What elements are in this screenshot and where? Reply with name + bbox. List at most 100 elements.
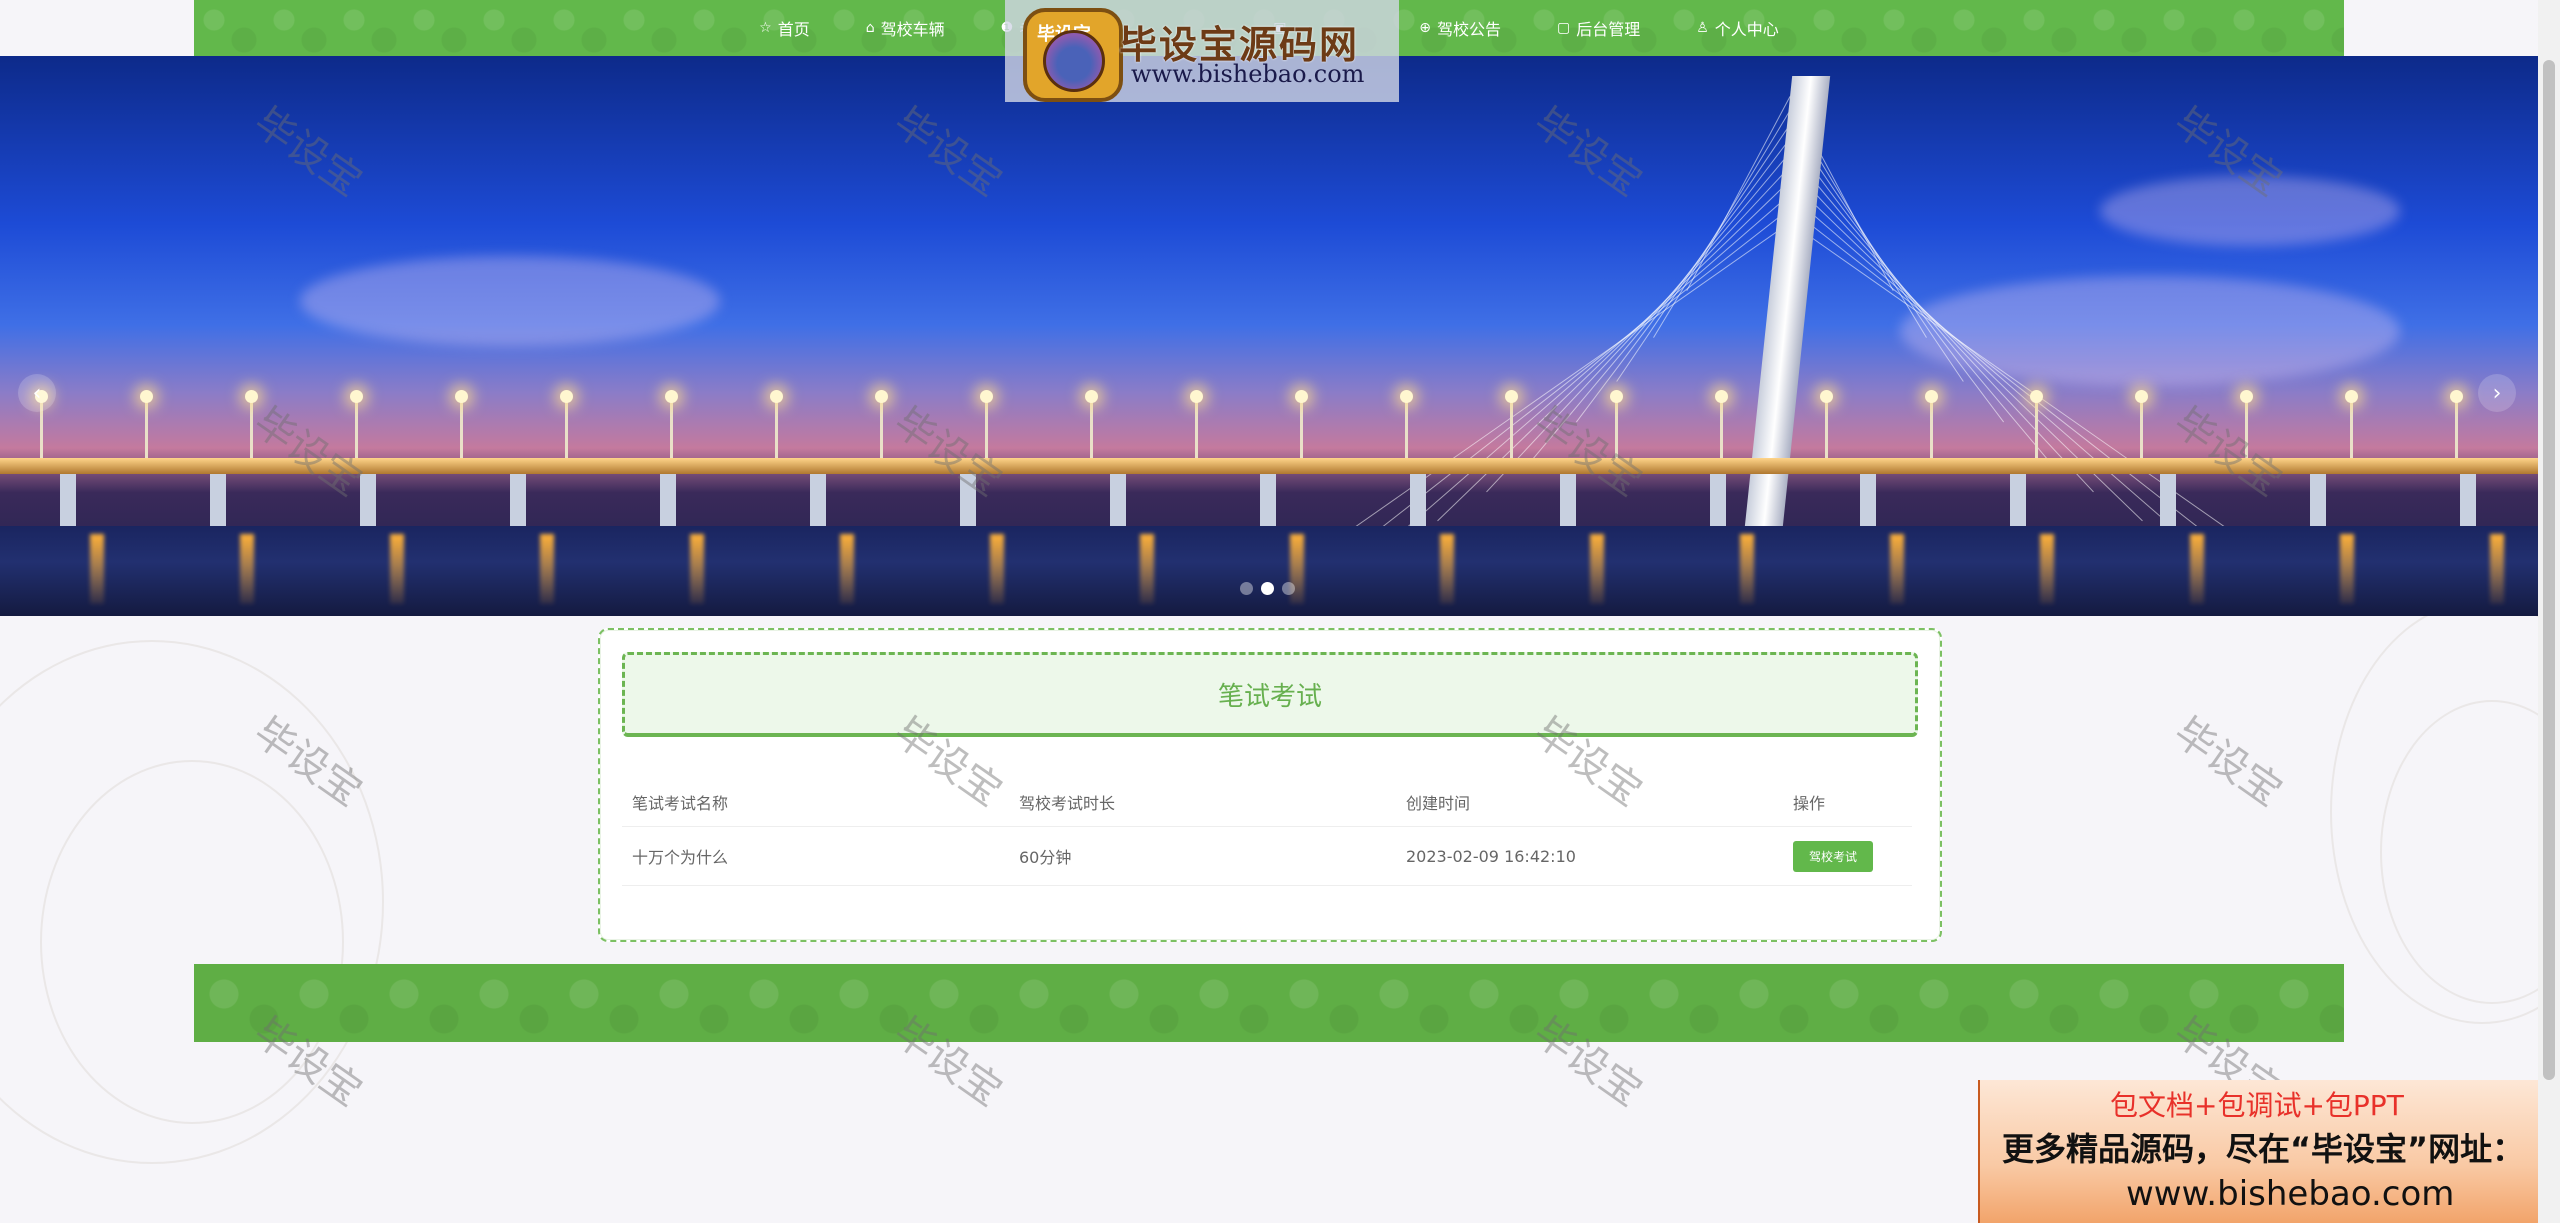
table-row: 十万个为什么 60分钟 2023-02-09 16:42:10 驾校考试 bbox=[622, 826, 1912, 886]
street-lamp bbox=[875, 390, 888, 460]
light-reflection bbox=[1440, 534, 1454, 604]
bridge-pier bbox=[360, 474, 376, 532]
table-header-row: 笔试考试名称 驾校考试时长 创建时间 操作 bbox=[622, 778, 1912, 827]
bridge-pier bbox=[1110, 474, 1126, 532]
street-lamp bbox=[2450, 390, 2463, 460]
street-lamp bbox=[1400, 390, 1413, 460]
light-reflection bbox=[1890, 534, 1904, 604]
bridge-pier bbox=[1410, 474, 1426, 532]
street-lamp bbox=[2030, 390, 2043, 460]
column-header: 驾校考试时长 bbox=[1009, 778, 1396, 827]
bridge-pier bbox=[2010, 474, 2026, 532]
light-reflection bbox=[240, 534, 254, 604]
banner-water bbox=[0, 526, 2538, 616]
street-lamp bbox=[140, 390, 153, 460]
nav-item-vehicles[interactable]: ⌂ 驾校车辆 bbox=[838, 0, 973, 56]
street-lamp bbox=[1190, 390, 1203, 460]
exam-name-cell: 十万个为什么 bbox=[622, 826, 1009, 886]
exam-created-cell: 2023-02-09 16:42:10 bbox=[1396, 826, 1783, 886]
street-lamp bbox=[1715, 390, 1728, 460]
banner-cloud bbox=[1900, 276, 2400, 386]
logo-face bbox=[1043, 30, 1105, 92]
light-reflection bbox=[1140, 534, 1154, 604]
briefcase-icon: ▢ bbox=[1556, 20, 1571, 36]
bridge-pier bbox=[1710, 474, 1726, 532]
exam-duration-cell: 60分钟 bbox=[1009, 826, 1396, 886]
exam-card-header: 笔试考试 bbox=[622, 652, 1918, 737]
exam-table: 笔试考试名称 驾校考试时长 创建时间 操作 十万个为什么 60分钟 2023-0… bbox=[622, 778, 1912, 886]
nav-item-label: 驾校公告 bbox=[1436, 20, 1501, 39]
carousel-dot-active[interactable] bbox=[1261, 582, 1274, 595]
watermark-text: 毕设宝 bbox=[2165, 709, 2291, 816]
light-reflection bbox=[1740, 534, 1754, 604]
nav-item-admin[interactable]: ▢ 后台管理 bbox=[1529, 0, 1668, 56]
light-reflection bbox=[690, 534, 704, 604]
banner-cloud bbox=[300, 256, 720, 346]
banner-carousel: ‹ › bbox=[0, 56, 2538, 616]
street-lamp bbox=[770, 390, 783, 460]
nav-item-label: 后台管理 bbox=[1576, 20, 1641, 39]
page-scrollbar[interactable] bbox=[2538, 0, 2560, 1223]
light-reflection bbox=[2190, 534, 2204, 604]
carousel-prev-button[interactable]: ‹ bbox=[18, 374, 56, 412]
street-lamp bbox=[1505, 390, 1518, 460]
bridge-deck bbox=[0, 458, 2538, 474]
bridge-pier bbox=[210, 474, 226, 532]
street-lamp bbox=[2135, 390, 2148, 460]
carousel-next-button[interactable]: › bbox=[2478, 374, 2516, 412]
street-lamp bbox=[560, 390, 573, 460]
footer-band bbox=[194, 964, 2344, 1042]
street-lamp bbox=[1820, 390, 1833, 460]
bridge-pier bbox=[510, 474, 526, 532]
bridge-cable bbox=[1385, 194, 1791, 546]
light-reflection bbox=[990, 534, 1004, 604]
bridge-pier bbox=[660, 474, 676, 532]
light-reflection bbox=[2040, 534, 2054, 604]
street-lamp bbox=[665, 390, 678, 460]
user-icon: ♙ bbox=[1696, 20, 1709, 36]
carousel-indicators bbox=[1240, 582, 1295, 595]
promo-line-1: 包文档+包调试+包PPT bbox=[2110, 1089, 2404, 1122]
nav-item-label: 驾校车辆 bbox=[880, 20, 945, 39]
street-lamp bbox=[2345, 390, 2358, 460]
promo-ad-box: 包文档+包调试+包PPT 更多精品源码，尽在“毕设宝”网址： www.bishe… bbox=[1978, 1080, 2540, 1223]
bridge-pier bbox=[60, 474, 76, 532]
light-reflection bbox=[2490, 534, 2504, 604]
nav-item-home[interactable]: ☆ 首页 bbox=[731, 0, 838, 56]
street-lamp bbox=[1295, 390, 1308, 460]
nav-item-notices[interactable]: ⊕ 驾校公告 bbox=[1391, 0, 1529, 56]
scrollbar-thumb[interactable] bbox=[2543, 60, 2555, 1080]
bridge-pier bbox=[2310, 474, 2326, 532]
street-lamp bbox=[1925, 390, 1938, 460]
exam-card: 笔试考试 笔试考试名称 驾校考试时长 创建时间 操作 十万个为什么 60分钟 2… bbox=[598, 628, 1942, 942]
light-reflection bbox=[1590, 534, 1604, 604]
light-reflection bbox=[840, 534, 854, 604]
bridge-pier bbox=[1560, 474, 1576, 532]
light-reflection bbox=[540, 534, 554, 604]
bridge-pier bbox=[2160, 474, 2176, 532]
star-icon: ☆ bbox=[759, 20, 772, 36]
chevron-right-icon: › bbox=[2492, 380, 2502, 406]
light-reflection bbox=[2340, 534, 2354, 604]
carousel-dot[interactable] bbox=[1282, 582, 1295, 595]
nav-item-label: 个人中心 bbox=[1714, 20, 1779, 39]
street-lamp bbox=[1085, 390, 1098, 460]
street-lamp bbox=[455, 390, 468, 460]
logo-url: www.bishebao.com bbox=[1131, 60, 1365, 88]
exam-card-title: 笔试考试 bbox=[1217, 681, 1322, 712]
site-logo-watermark: 毕设宝 毕设宝源码网 www.bishebao.com bbox=[1005, 0, 1399, 102]
light-reflection bbox=[390, 534, 404, 604]
bridge-pier bbox=[810, 474, 826, 532]
bridge-pier bbox=[2460, 474, 2476, 532]
nav-item-profile[interactable]: ♙ 个人中心 bbox=[1668, 0, 1807, 56]
start-exam-button[interactable]: 驾校考试 bbox=[1793, 840, 1874, 872]
nav-item-label: 首页 bbox=[777, 20, 810, 39]
column-header: 操作 bbox=[1783, 778, 1912, 827]
exam-action-cell: 驾校考试 bbox=[1783, 826, 1912, 886]
carousel-dot[interactable] bbox=[1240, 582, 1253, 595]
chevron-left-icon: ‹ bbox=[32, 380, 42, 406]
light-reflection bbox=[90, 534, 104, 604]
promo-url[interactable]: www.bishebao.com bbox=[2126, 1174, 2454, 1214]
promo-line-2: 更多精品源码，尽在“毕设宝”网址： bbox=[2002, 1130, 2525, 1168]
bag-icon: ⌂ bbox=[865, 20, 875, 36]
